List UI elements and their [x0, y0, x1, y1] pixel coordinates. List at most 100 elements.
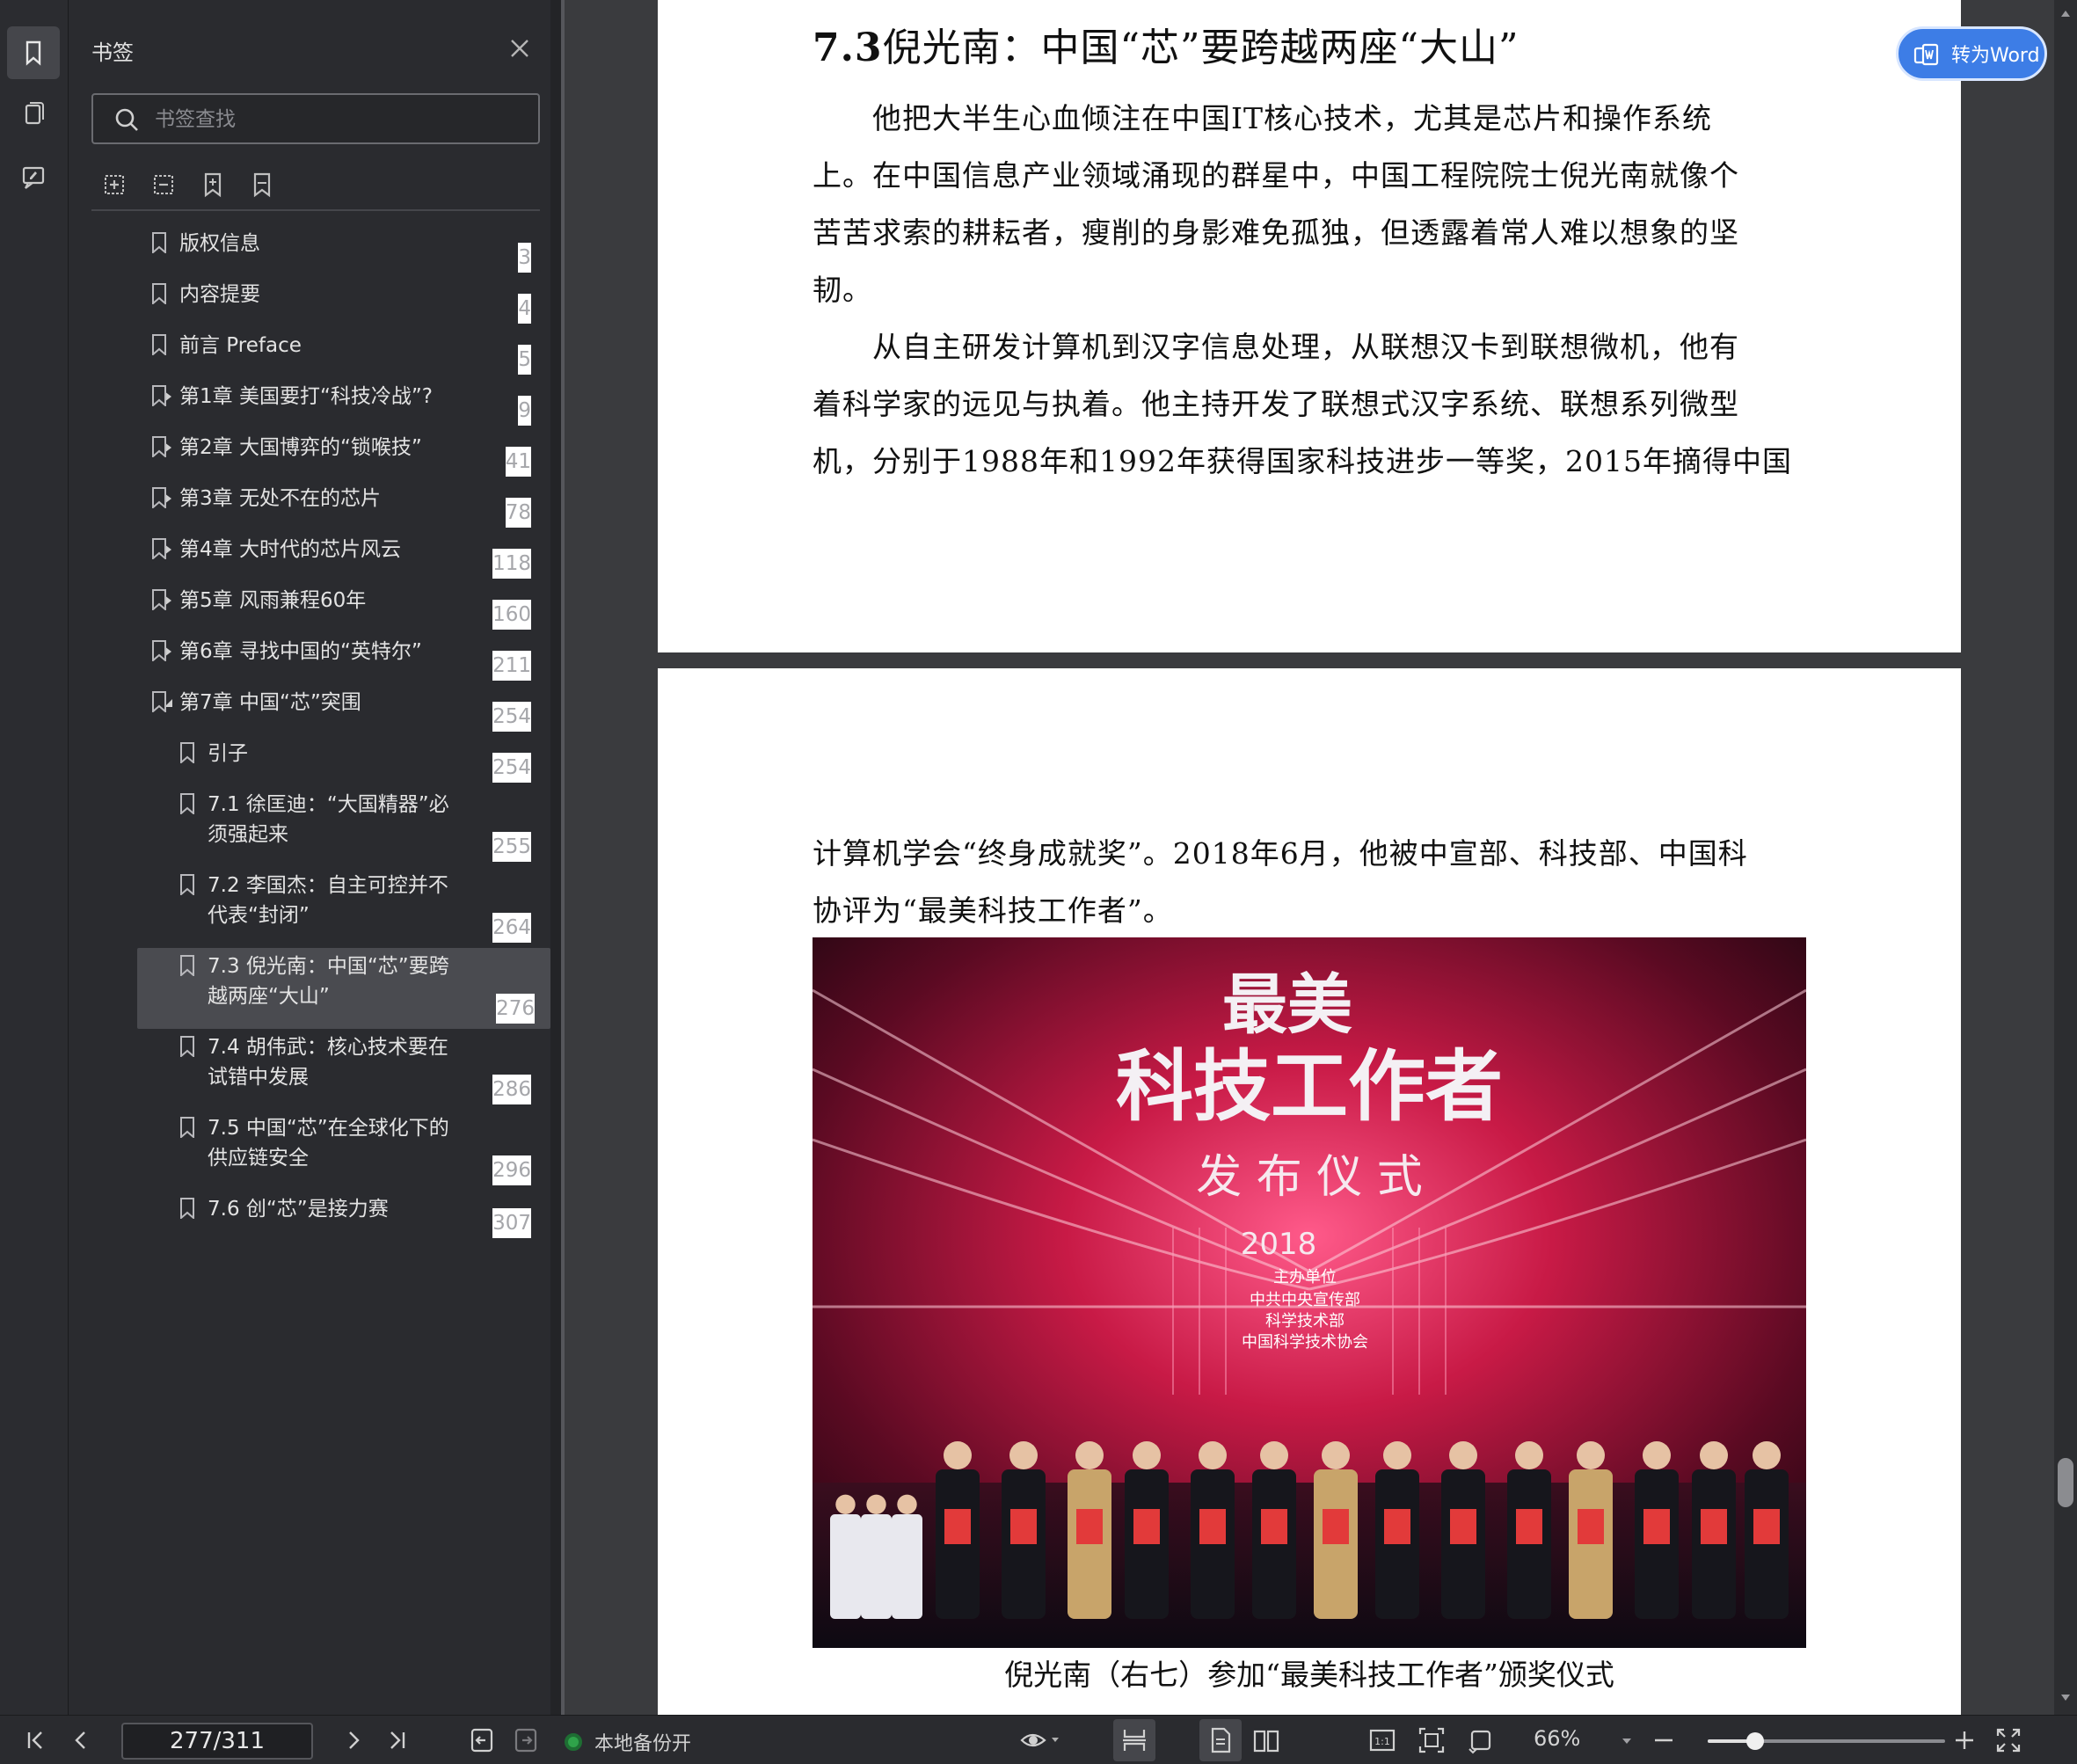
close-panel-button[interactable] — [505, 33, 535, 63]
text-line: 计算机学会“终身成就奖”。2018年6月，他被中宣部、科技部、中国科 — [813, 836, 1748, 871]
chevron-right-icon — [349, 1731, 360, 1749]
forward-button[interactable] — [512, 1726, 540, 1754]
bookmark-page-number: 160 — [492, 600, 531, 630]
bookmark-item[interactable]: 第2章 大国博弈的“锁喉技” 41 — [69, 429, 552, 480]
document-viewport[interactable]: 7.3倪光南：中国“芯”要跨越两座“大山” 他把大半生心血倾注在中国IT核心技术… — [565, 0, 2077, 1715]
bookmark-icon — [152, 283, 166, 304]
bookmark-icon — [152, 385, 166, 406]
zoom-slider[interactable] — [1708, 1739, 1945, 1743]
zoom-in-button[interactable] — [1950, 1726, 1979, 1754]
bookmark-item[interactable]: 第1章 美国要打“科技冷战”? 9 — [69, 378, 552, 429]
zoom-out-button[interactable] — [1650, 1726, 1678, 1754]
thumbnail-panel-button[interactable] — [7, 88, 60, 141]
add-bookmark-button[interactable] — [199, 171, 230, 202]
bookmark-icon — [152, 589, 166, 610]
first-page-button[interactable] — [21, 1726, 49, 1754]
continuous-scroll-button[interactable] — [1120, 1726, 1148, 1754]
prev-page-button[interactable] — [67, 1726, 95, 1754]
fullscreen-button[interactable] — [1994, 1726, 2022, 1754]
convert-to-word-button[interactable]: 转为Word — [1896, 26, 2047, 81]
organizer-1: 中共中央宣传部 — [1250, 1291, 1360, 1309]
bookmark-item[interactable]: 内容提要 4 — [69, 276, 552, 327]
rotate-icon — [1468, 1730, 1491, 1754]
zoom-slider-knob[interactable] — [1746, 1732, 1764, 1750]
bookmark-item[interactable]: 7.1 徐匡迪：“大国精器”必 须强起来 255 — [69, 786, 552, 867]
bookmark-page-number: 255 — [492, 832, 531, 862]
bookmark-page-number: 41 — [505, 447, 531, 477]
vertical-scrollbar[interactable] — [2054, 0, 2077, 1715]
bookmark-item[interactable]: 引子 254 — [69, 735, 552, 786]
word-convert-icon — [1913, 43, 1939, 66]
bookmark-item[interactable]: 7.4 胡伟武：核心技术要在 试错中发展 286 — [69, 1029, 552, 1110]
close-icon — [511, 40, 528, 57]
bookmark-item[interactable]: 7.5 中国“芯”在全球化下的 供应链安全 296 — [69, 1110, 552, 1191]
bookmark-icon — [152, 538, 166, 559]
page-number-input[interactable] — [121, 1723, 313, 1760]
pdf-reader-window: 书签 版权信息 3 内容提要 4 前言 Preface 5 第1章 美国要打“科技冷战”? 9… — [0, 0, 2077, 1764]
bookmark-label: 第6章 寻找中国的“英特尔” — [179, 640, 422, 663]
bookmark-item[interactable]: 第5章 风雨兼程60年 160 — [69, 582, 552, 633]
bookmark-page-number: 276 — [496, 994, 535, 1024]
bookmark-item[interactable]: 版权信息 3 — [69, 225, 552, 276]
bookmark-item[interactable]: 第6章 寻找中国的“英特尔” 211 — [69, 633, 552, 684]
bookmark-outline-icon — [253, 172, 271, 198]
bookmark-page-number: 3 — [518, 243, 531, 273]
bookmark-label: 第2章 大国博弈的“锁喉技” — [179, 436, 422, 459]
text-line: 韧。 — [813, 273, 872, 307]
rotate-button[interactable] — [1467, 1726, 1495, 1754]
scroll-up-icon[interactable] — [2060, 9, 2071, 18]
bookmark-label: 7.1 徐匡迪：“大国精器”必 须强起来 — [208, 793, 449, 846]
bookmark-search[interactable] — [91, 93, 540, 144]
back-button[interactable] — [468, 1726, 496, 1754]
section-title: 倪光南：中国“芯”要跨越两座“大山” — [882, 26, 1519, 70]
last-page-button[interactable] — [383, 1726, 412, 1754]
bookmark-item[interactable]: 7.3 倪光南：中国“芯”要跨 越两座“大山” 276 — [137, 948, 550, 1029]
bookmark-item[interactable]: 第7章 中国“芯”突围 254 — [69, 684, 552, 735]
collapse-all-button[interactable] — [149, 171, 181, 202]
annotation-panel-button[interactable] — [7, 151, 60, 204]
bookmark-label: 7.4 胡伟武：核心技术要在 试错中发展 — [208, 1036, 448, 1089]
backup-status-label: 本地备份开 — [594, 1733, 692, 1755]
bookmark-page-number: 254 — [492, 702, 531, 732]
last-page-icon — [390, 1731, 405, 1749]
zoom-level[interactable]: 66% — [1534, 1726, 1580, 1751]
bookmark-item[interactable]: 第3章 无处不在的芯片 78 — [69, 480, 552, 531]
bookmark-page-number: 264 — [492, 913, 531, 943]
scroll-down-icon[interactable] — [2060, 1694, 2071, 1702]
bookmark-panel-button[interactable] — [7, 26, 60, 79]
bookmark-item[interactable]: 前言 Preface 5 — [69, 327, 552, 378]
expand-all-button[interactable] — [100, 171, 132, 202]
bookmark-label: 7.6 创“芯”是接力赛 — [208, 1198, 389, 1221]
bookmark-icon — [180, 793, 194, 814]
banner-year: 2018 — [1241, 1227, 1317, 1262]
bookmark-icon — [152, 334, 166, 355]
bookmark-page-number: 5 — [518, 345, 531, 375]
bookmark-options-button[interactable] — [248, 171, 280, 202]
bookmark-item[interactable]: 第4章 大时代的芯片风云 118 — [69, 531, 552, 582]
actual-size-button[interactable]: 1:1 — [1368, 1726, 1396, 1754]
double-page-icon — [1253, 1730, 1279, 1753]
svg-text:1:1: 1:1 — [1374, 1736, 1390, 1747]
bookmark-label: 内容提要 — [179, 283, 260, 306]
text-line: 苦苦求索的耕耘者，瘦削的身影难免孤独，但透露着常人难以想象的坚 — [813, 215, 1739, 250]
bookmark-icon — [180, 1198, 194, 1219]
local-backup-status[interactable]: 本地备份开 — [565, 1728, 691, 1756]
double-page-button[interactable] — [1252, 1726, 1280, 1754]
bookmark-label: 第5章 风雨兼程60年 — [179, 589, 367, 612]
expand-all-icon — [105, 175, 124, 194]
banner-line3: 发 布 仪 式 — [1196, 1151, 1423, 1204]
photo-caption: 倪光南（右七）参加“最美科技工作者”颁奖仪式 — [1004, 1658, 1614, 1692]
bookmark-icon — [152, 232, 166, 253]
bookmark-search-input[interactable] — [155, 104, 524, 135]
single-page-button[interactable] — [1206, 1726, 1235, 1754]
bookmark-item[interactable]: 7.2 李国杰：自主可控并不 代表“封闭” 264 — [69, 867, 552, 948]
fit-page-button[interactable] — [1417, 1726, 1446, 1754]
scrollbar-thumb[interactable] — [2058, 1458, 2073, 1507]
zoom-dropdown[interactable] — [1620, 1726, 1634, 1754]
bookmark-item[interactable]: 7.6 创“芯”是接力赛 307 — [69, 1191, 552, 1242]
bookmark-icon — [152, 487, 166, 508]
section-number: 7.3 — [813, 26, 883, 70]
convert-button-label: 转为Word — [1951, 45, 2040, 67]
eye-care-mode-button[interactable] — [1020, 1726, 1060, 1754]
next-page-button[interactable] — [339, 1726, 368, 1754]
